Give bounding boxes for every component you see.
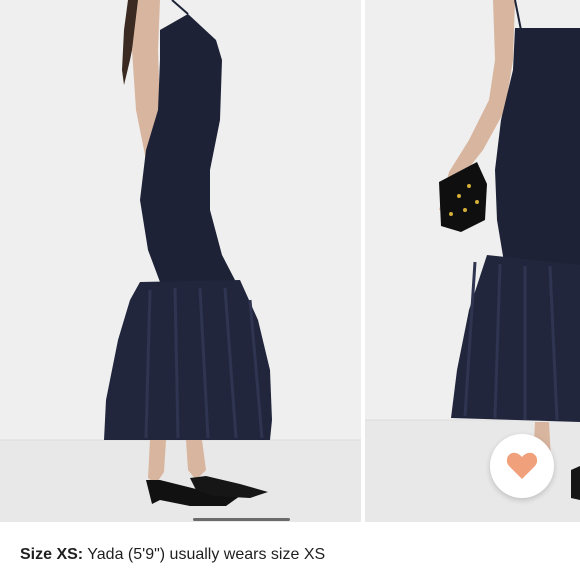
model-front-view-image [365,0,580,522]
product-photo-front-view[interactable] [365,0,580,522]
heart-icon [506,452,538,479]
model-size-info: Size XS: Yada (5'9") usually wears size … [20,545,325,565]
like-button[interactable] [490,434,554,498]
product-photo-side-view[interactable] [0,0,361,522]
product-image-gallery[interactable] [0,0,580,522]
model-side-view-image [0,0,361,522]
size-label: Size XS: [20,546,84,563]
size-description: Yada (5'9") usually wears size XS [83,546,326,563]
gallery-scroll-indicator [193,518,290,521]
